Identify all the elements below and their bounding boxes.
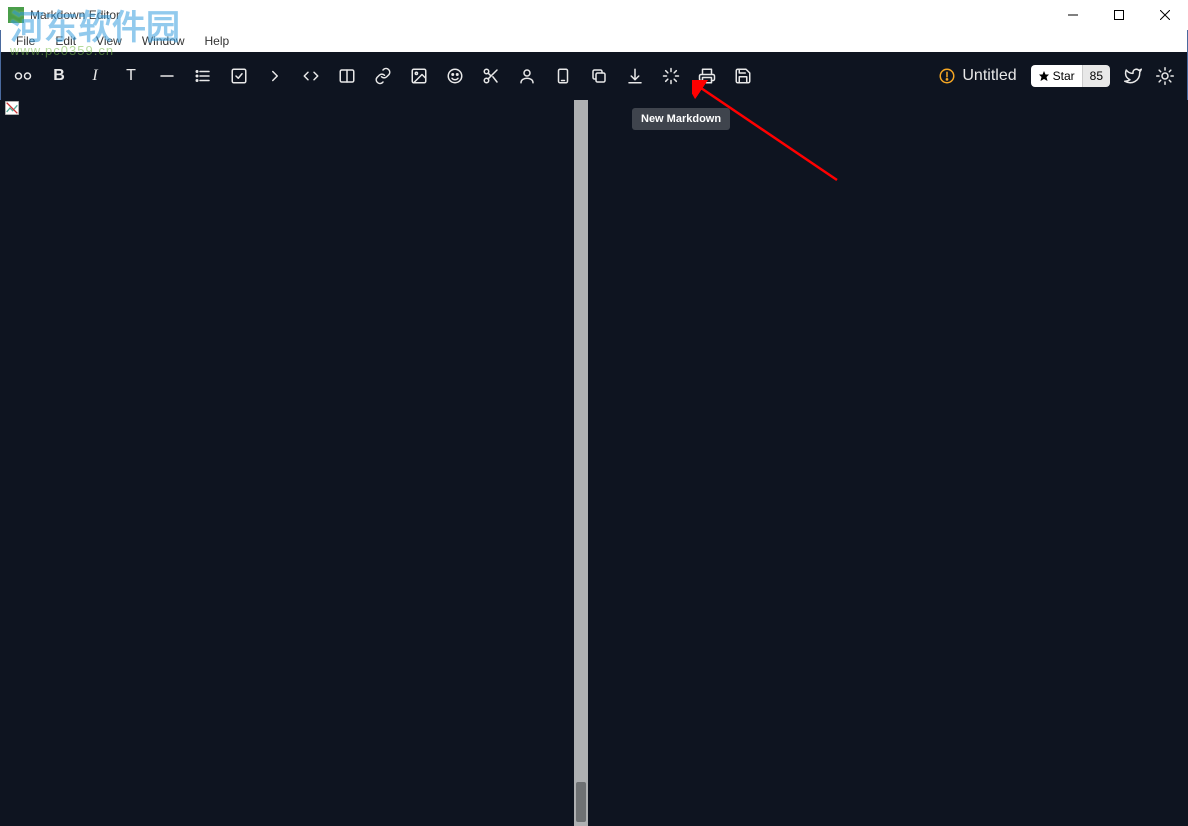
menu-file[interactable]: File xyxy=(8,32,43,50)
emoji-button[interactable] xyxy=(446,67,464,85)
link-button[interactable] xyxy=(374,67,392,85)
window-controls xyxy=(1050,0,1188,30)
star-label: Star xyxy=(1053,69,1075,83)
scrollbar-thumb[interactable] xyxy=(576,782,586,822)
hr-button[interactable] xyxy=(158,67,176,85)
download-icon[interactable] xyxy=(626,67,644,85)
document-title: Untitled xyxy=(938,67,1016,85)
close-button[interactable] xyxy=(1142,0,1188,30)
editor-pane[interactable] xyxy=(0,100,574,826)
preview-pane xyxy=(588,100,1188,826)
code-button[interactable] xyxy=(302,67,320,85)
document-title-text: Untitled xyxy=(962,67,1016,85)
toolbar: B I T Untitled Star xyxy=(0,52,1188,100)
twitter-icon[interactable] xyxy=(1124,67,1142,85)
list-button[interactable] xyxy=(194,67,212,85)
menu-window[interactable]: Window xyxy=(134,32,193,50)
checkbox-button[interactable] xyxy=(230,67,248,85)
titlebar: Markdown Editor xyxy=(0,0,1188,30)
window-title: Markdown Editor xyxy=(30,8,120,22)
app-icon xyxy=(8,7,24,23)
editor-scrollbar[interactable] xyxy=(574,100,588,826)
title-button[interactable]: T xyxy=(122,67,140,85)
columns-button[interactable] xyxy=(338,67,356,85)
image-button[interactable] xyxy=(410,67,428,85)
menu-edit[interactable]: Edit xyxy=(47,32,84,50)
copy-icon[interactable] xyxy=(590,67,608,85)
logo-icon[interactable] xyxy=(14,67,32,85)
star-count: 85 xyxy=(1082,65,1110,87)
quote-button[interactable] xyxy=(266,67,284,85)
scissors-icon[interactable] xyxy=(482,67,500,85)
minimize-button[interactable] xyxy=(1050,0,1096,30)
broken-image-icon xyxy=(4,100,20,116)
tablet-icon[interactable] xyxy=(554,67,572,85)
menubar: File Edit View Window Help xyxy=(0,30,1188,52)
github-star-badge[interactable]: Star 85 xyxy=(1031,65,1110,87)
theme-icon[interactable] xyxy=(1156,67,1174,85)
bold-button[interactable]: B xyxy=(50,67,68,85)
new-markdown-button[interactable] xyxy=(662,67,680,85)
italic-button[interactable]: I xyxy=(86,67,104,85)
user-icon[interactable] xyxy=(518,67,536,85)
menu-help[interactable]: Help xyxy=(197,32,238,50)
tooltip-new-markdown: New Markdown xyxy=(632,108,730,130)
print-icon[interactable] xyxy=(698,67,716,85)
alert-icon xyxy=(938,67,956,85)
maximize-button[interactable] xyxy=(1096,0,1142,30)
editor-area xyxy=(0,100,1188,826)
menu-view[interactable]: View xyxy=(88,32,130,50)
save-icon[interactable] xyxy=(734,67,752,85)
